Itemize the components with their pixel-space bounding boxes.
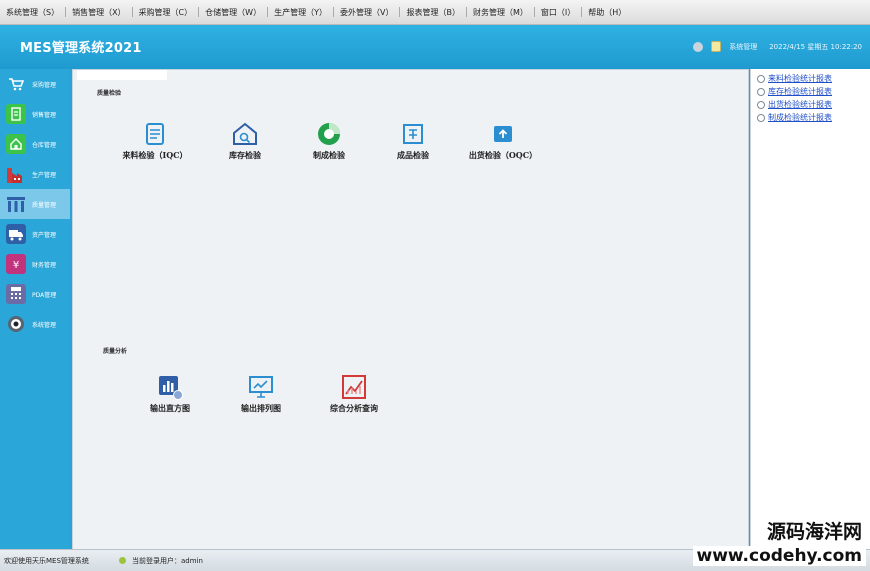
current-user: 系统管理 <box>729 42 758 51</box>
tile-incoming-inspection[interactable]: 来料检验（IQC） <box>113 120 197 161</box>
sidebar-item-label: 仓库管理 <box>32 141 57 149</box>
main-tab-strip <box>77 70 167 80</box>
sidebar-item-label: 系统管理 <box>32 321 57 329</box>
main-panel: 质量检验 来料检验（IQC） 库存检验 制成检验 成品检验 出货检验（OQC） … <box>72 69 749 551</box>
sidebar-item-finance[interactable]: ¥ 财务管理 <box>0 249 70 279</box>
current-datetime: 2022/4/15 星期五 10:22:20 <box>769 42 862 51</box>
house-icon <box>6 134 26 154</box>
money-bag-icon: ¥ <box>6 254 26 274</box>
sidebar-item-label: 生产管理 <box>32 171 57 179</box>
checklist-icon <box>146 123 164 145</box>
tile-process-inspection[interactable]: 制成检验 <box>287 120 371 161</box>
report-link-label: 库存检验统计报表 <box>768 87 832 96</box>
menu-purchase[interactable]: 采购管理（C） <box>133 7 199 18</box>
watermark-line-2: www.codehy.com <box>692 546 866 566</box>
tile-label: 出货检验（OQC） <box>468 150 538 160</box>
sidebar-item-label: 采购管理 <box>32 81 57 89</box>
tile-histogram[interactable]: 输出直方图 <box>128 373 212 414</box>
sidebar-item-system[interactable]: 系统管理 <box>0 309 70 339</box>
notepad-icon[interactable] <box>711 41 722 52</box>
factory-icon <box>6 164 26 184</box>
status-user: 当前登录用户：admin <box>119 556 203 566</box>
menu-window[interactable]: 窗口（I） <box>535 7 581 18</box>
sidebar: 采购管理 销售管理 仓库管理 生产管理 质量管理 资产管理 ¥ 财务管理 PDA… <box>0 69 70 549</box>
section-title-analysis: 质量分析 <box>103 348 128 355</box>
sidebar-item-quality[interactable]: 质量管理 <box>0 189 70 219</box>
status-welcome: 欢迎使用天乐MES管理系统 <box>4 556 89 565</box>
watermark: 源码海洋网 www.codehy.com <box>692 517 866 566</box>
sidebar-item-label: 财务管理 <box>32 261 57 269</box>
menu-finance[interactable]: 财务管理（M） <box>467 7 534 18</box>
user-icon[interactable] <box>693 41 704 52</box>
tile-pareto[interactable]: 输出排列图 <box>219 373 303 414</box>
radio-circle-icon <box>757 74 765 83</box>
radio-circle-icon <box>757 87 765 96</box>
tile-label: 制成检验 <box>313 150 345 160</box>
sidebar-item-purchase[interactable]: 采购管理 <box>0 69 70 99</box>
svg-text:¥: ¥ <box>13 260 19 271</box>
eye-gear-icon <box>6 314 26 334</box>
menu-outsource[interactable]: 委外管理（V） <box>334 7 399 18</box>
bar-chart-icon <box>159 376 183 400</box>
menu-bar: 系统管理（S） 销售管理（X） 采购管理（C） 仓储管理（W） 生产管理（Y） … <box>0 0 870 25</box>
sidebar-item-assets[interactable]: 资产管理 <box>0 219 70 249</box>
report-link-label: 出货检验统计报表 <box>768 100 832 109</box>
shipping-box-icon <box>494 126 512 142</box>
cart-icon <box>6 74 26 94</box>
tile-outgoing-inspection[interactable]: 出货检验（OQC） <box>461 120 545 161</box>
menu-system[interactable]: 系统管理（S） <box>0 7 65 18</box>
app-title: MES管理系统2021 <box>20 41 142 56</box>
sidebar-item-pda[interactable]: PDA管理 <box>0 279 70 309</box>
menu-sales[interactable]: 销售管理（X） <box>66 7 131 18</box>
sidebar-item-sales[interactable]: 销售管理 <box>0 99 70 129</box>
header-info: 系统管理 2022/4/15 星期五 10:22:20 <box>693 41 862 52</box>
tile-stock-inspection[interactable]: 库存检验 <box>203 120 287 161</box>
report-link-stock[interactable]: 库存检验统计报表 <box>751 85 870 98</box>
report-link-label: 来料检验统计报表 <box>768 74 832 83</box>
report-link-incoming[interactable]: 来料检验统计报表 <box>751 72 870 85</box>
watermark-line-1: 源码海洋网 <box>762 517 866 544</box>
presentation-chart-icon <box>249 376 273 398</box>
report-link-shipping[interactable]: 出货检验统计报表 <box>751 98 870 111</box>
status-user-label: 当前登录用户：admin <box>132 556 203 565</box>
sidebar-item-production[interactable]: 生产管理 <box>0 159 70 189</box>
tile-product-inspection[interactable]: 成品检验 <box>371 120 455 161</box>
sidebar-item-label: 资产管理 <box>32 231 57 239</box>
truck-icon <box>6 224 26 244</box>
pie-progress-icon <box>318 123 340 145</box>
sidebar-item-label: 质量管理 <box>32 201 57 209</box>
tile-label: 来料检验（IQC） <box>122 150 188 160</box>
tile-label: 库存检验 <box>229 150 261 160</box>
trend-analysis-icon <box>342 375 366 399</box>
tile-label: 输出排列图 <box>241 403 281 413</box>
tile-label: 输出直方图 <box>150 403 190 413</box>
radio-circle-icon <box>757 100 765 109</box>
report-link-process[interactable]: 制成检验统计报表 <box>751 111 870 124</box>
menu-warehouse[interactable]: 仓储管理（W） <box>199 7 267 18</box>
app-header: MES管理系统2021 系统管理 2022/4/15 星期五 10:22:20 <box>0 25 870 69</box>
columns-icon <box>6 194 26 214</box>
box-check-icon <box>403 124 423 144</box>
report-link-label: 制成检验统计报表 <box>768 113 832 122</box>
user-status-icon <box>119 557 126 564</box>
tile-comprehensive-analysis[interactable]: 综合分析查询 <box>312 373 396 414</box>
sidebar-item-label: PDA管理 <box>32 291 57 299</box>
sidebar-item-warehouse[interactable]: 仓库管理 <box>0 129 70 159</box>
calculator-icon <box>6 284 26 304</box>
tile-label: 综合分析查询 <box>330 403 378 413</box>
sidebar-item-label: 销售管理 <box>32 111 57 119</box>
menu-production[interactable]: 生产管理（Y） <box>268 7 333 18</box>
radio-circle-icon <box>757 113 765 122</box>
section-title-inspection: 质量检验 <box>97 90 122 97</box>
menu-reports[interactable]: 报表管理（B） <box>400 7 466 18</box>
menu-help[interactable]: 帮助（H） <box>582 7 632 18</box>
tile-label: 成品检验 <box>397 150 429 160</box>
warehouse-search-icon <box>233 122 257 145</box>
report-panel: 来料检验统计报表 库存检验统计报表 出货检验统计报表 制成检验统计报表 <box>750 69 870 549</box>
document-icon <box>6 104 26 124</box>
